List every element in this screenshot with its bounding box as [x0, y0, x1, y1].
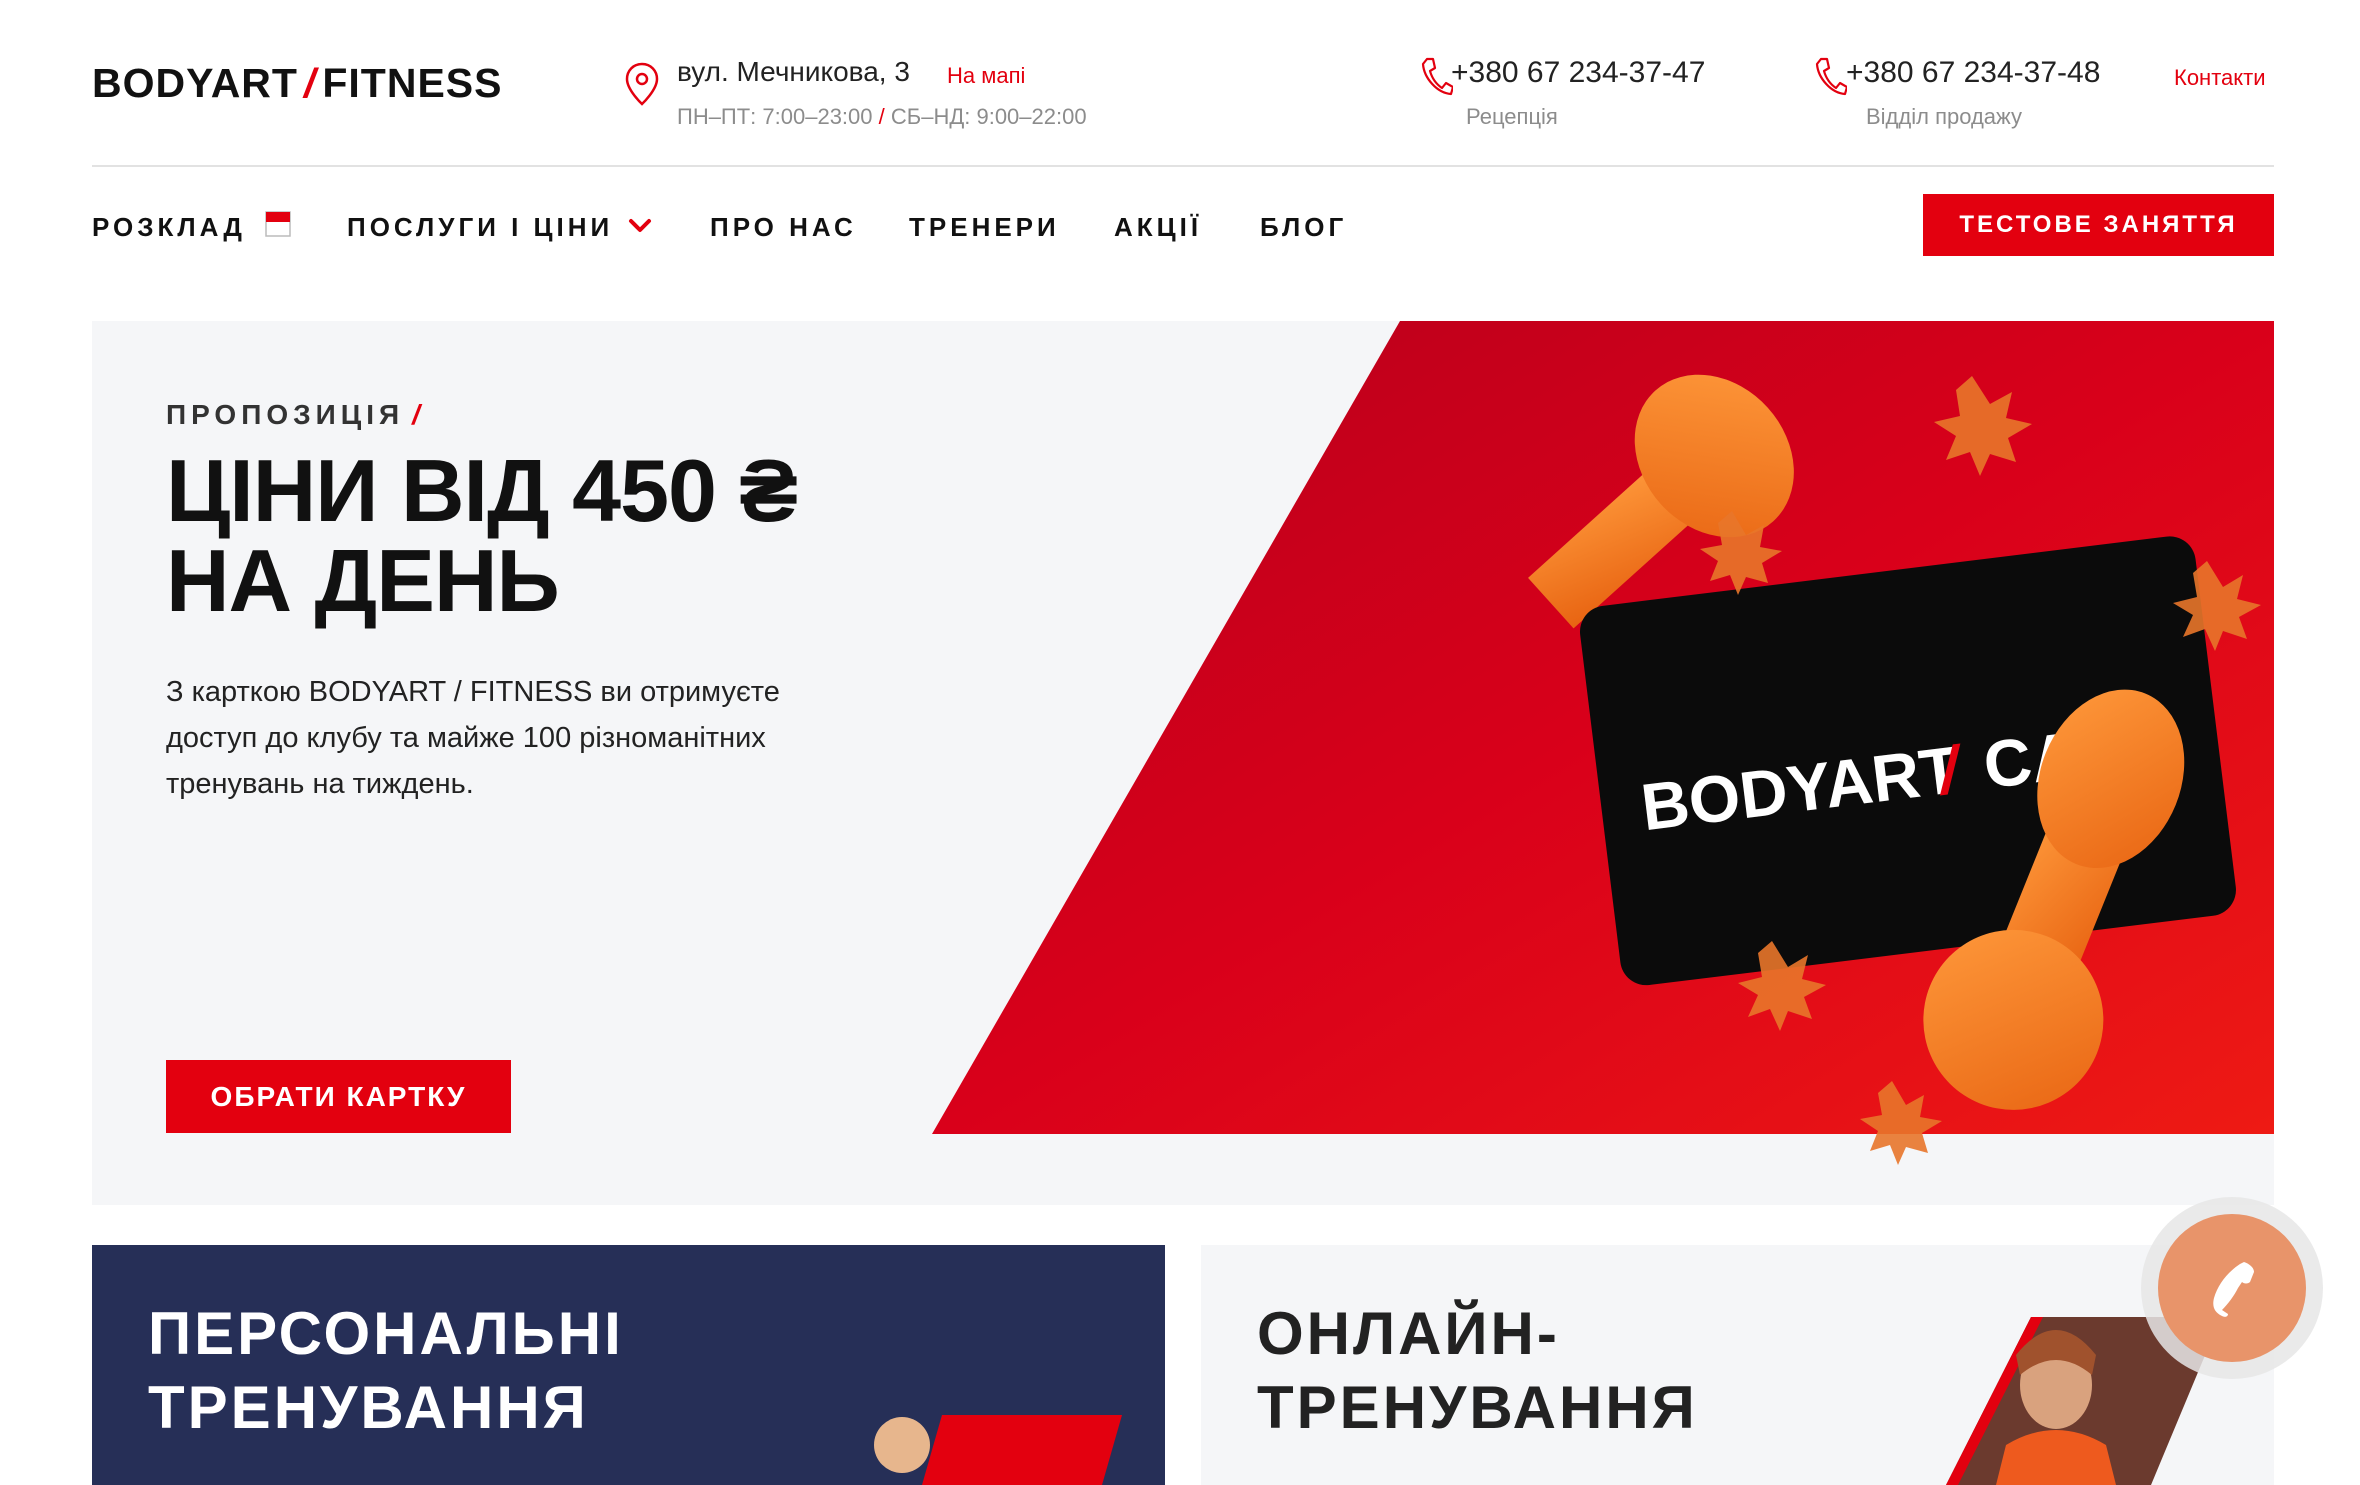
contacts-link[interactable]: Контакти	[2174, 65, 2266, 91]
header-divider	[92, 165, 2274, 167]
phone-sales[interactable]: +380 67 234-37-48	[1846, 56, 2100, 90]
online-training-card[interactable]: ОНЛАЙН- ТРЕНУВАННЯ	[1201, 1245, 2274, 1485]
phone-reception-label: Рецепція	[1466, 104, 1558, 129]
trial-class-button[interactable]: ТЕСТОВЕ ЗАНЯТТЯ	[1923, 194, 2274, 256]
phone-icon	[2213, 1262, 2254, 1317]
logo[interactable]: BODYART / FITNESS	[92, 60, 503, 107]
nav-trainers[interactable]: ТРЕНЕРИ	[909, 212, 1060, 243]
nav-schedule[interactable]: РОЗКЛАД	[92, 212, 246, 243]
personal-training-art	[874, 1415, 1122, 1485]
phone-icon	[1815, 57, 1847, 96]
nav-services-prices[interactable]: ПОСЛУГИ І ЦІНИ	[347, 212, 613, 243]
online-training-art	[1946, 1317, 2221, 1485]
phone-reception[interactable]: +380 67 234-37-47	[1451, 56, 1705, 90]
map-link[interactable]: На мапі	[947, 63, 1025, 89]
phone-sales-label: Відділ продажу	[1866, 104, 2023, 129]
nav-about[interactable]: ПРО НАС	[710, 212, 857, 243]
nav-blog[interactable]: БЛОГ	[1260, 212, 1347, 243]
opening-hours: ПН–ПТ: 7:00–23:00 / СБ–НД: 9:00–22:00	[677, 104, 1087, 129]
personal-training-card[interactable]: ПЕРСОНАЛЬНІ ТРЕНУВАННЯ	[92, 1245, 1165, 1485]
hero-artwork: BODYART / CARD	[1528, 374, 2261, 1165]
location-pin-icon	[625, 62, 659, 106]
calendar-icon[interactable]	[265, 211, 291, 237]
phone-icon	[1421, 57, 1453, 96]
hero-banner: ПРОПОЗИЦІЯ / ЦІНИ ВІД 450 ₴ НА ДЕНЬ З кар…	[92, 321, 2274, 1205]
call-button[interactable]	[2158, 1214, 2306, 1362]
chevron-down-icon[interactable]	[628, 218, 652, 234]
address: вул. Мечникова, 3	[677, 56, 910, 87]
nav-promotions[interactable]: АКЦІЇ	[1114, 212, 1202, 243]
